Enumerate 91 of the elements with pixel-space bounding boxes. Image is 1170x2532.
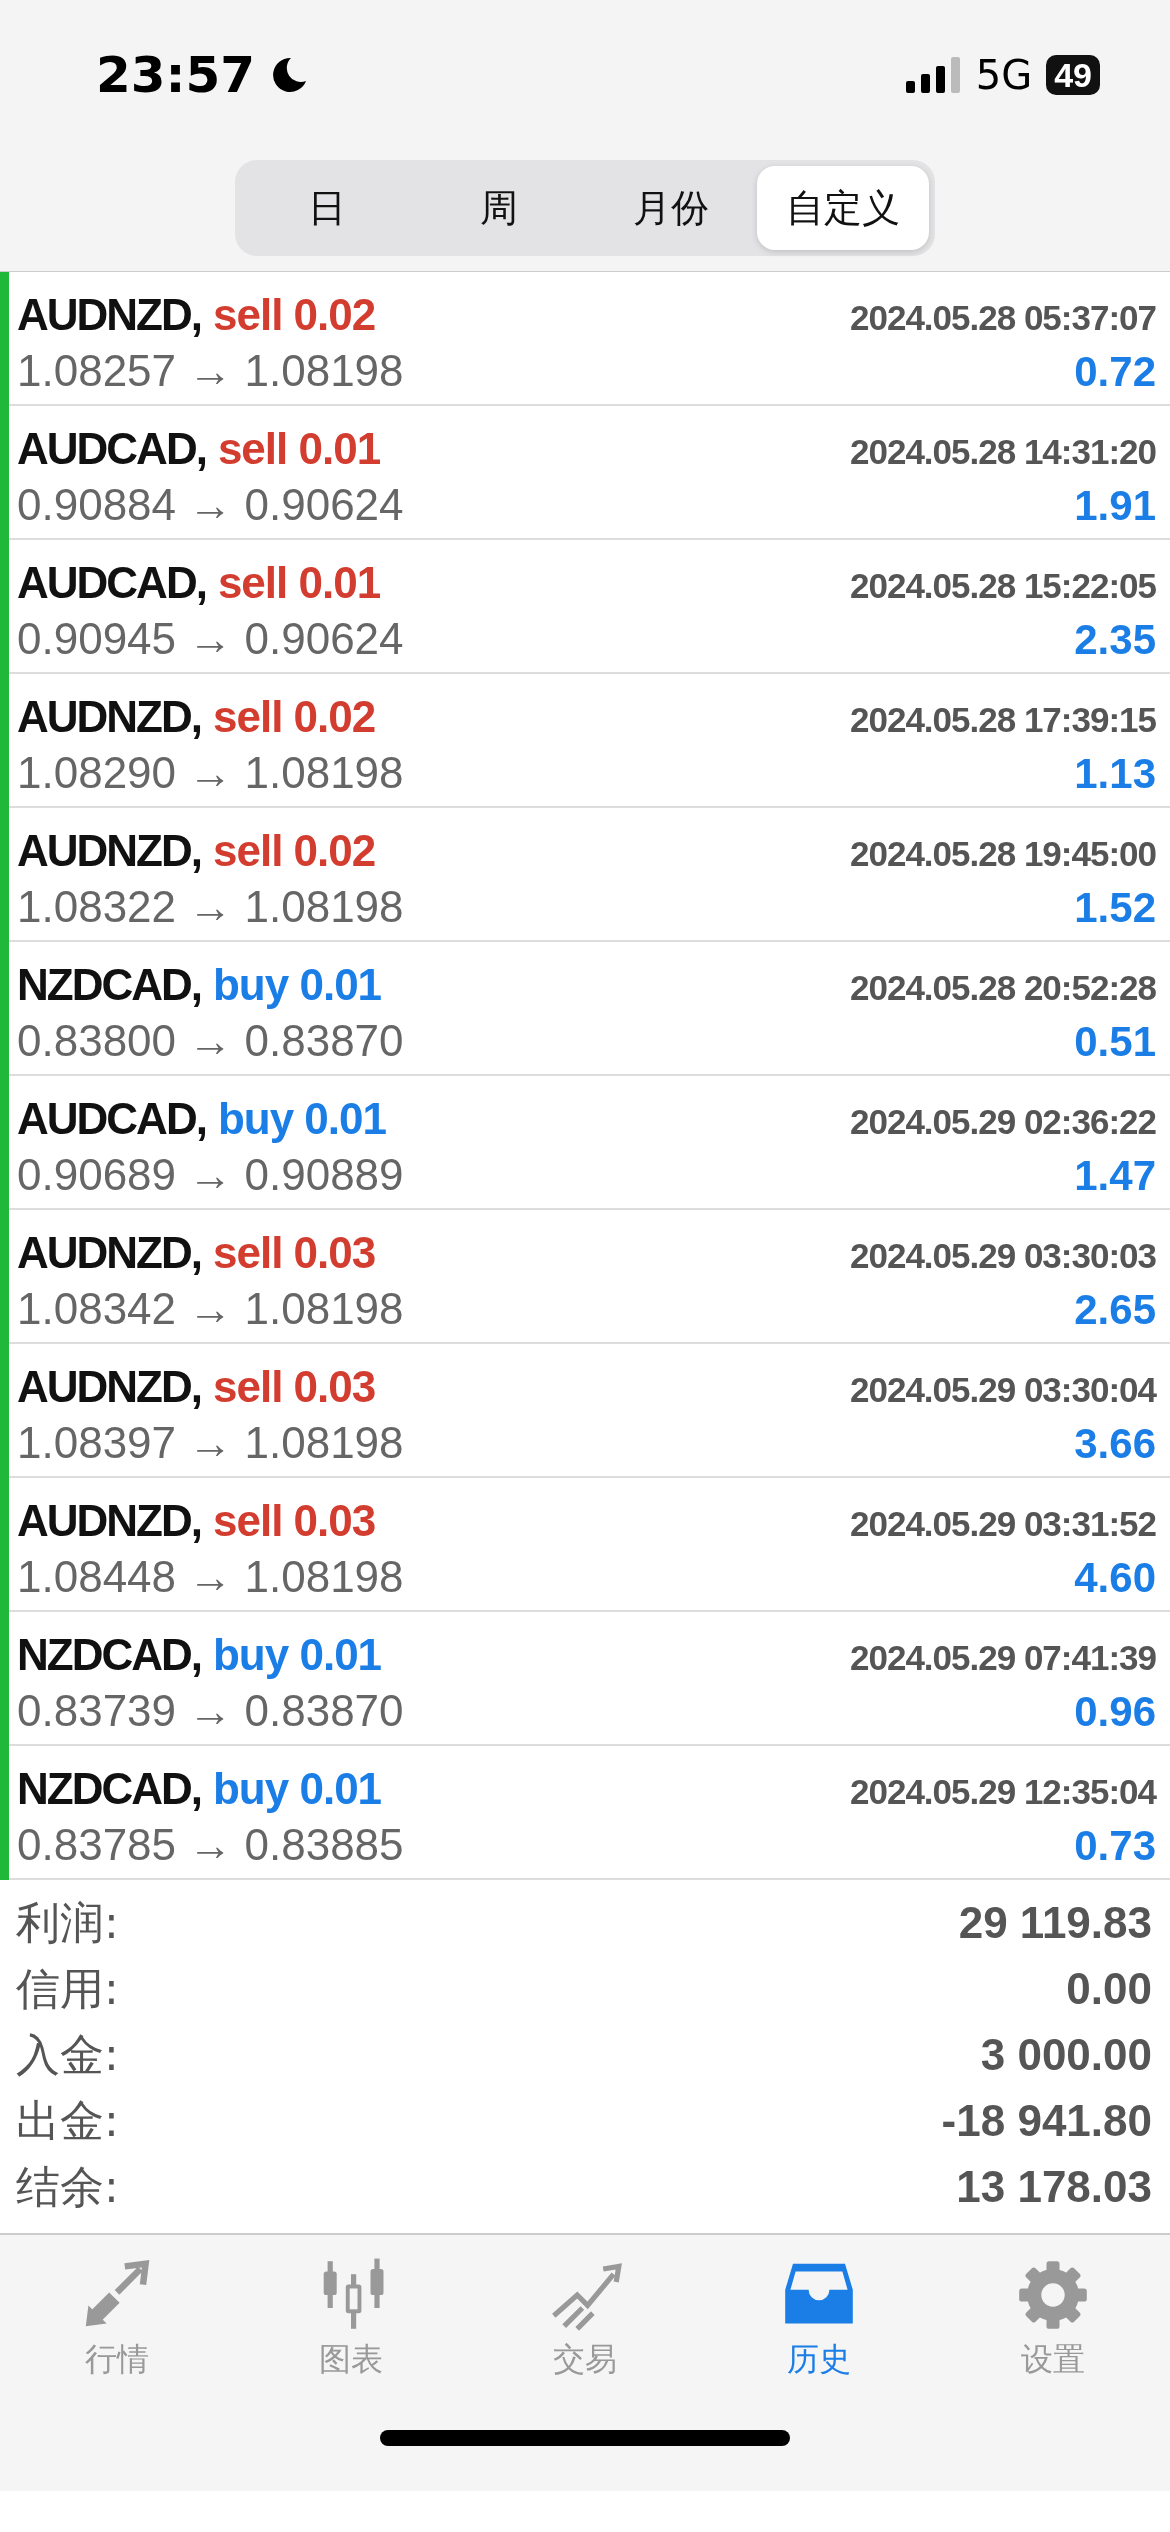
- deal-volume: sell 0.01: [217, 558, 381, 607]
- deal-prices: 1.08257 → 1.08198: [17, 346, 404, 396]
- deal-profit: 2.65: [1074, 1286, 1156, 1334]
- deal-prices: 0.83785 → 0.83885: [17, 1820, 404, 1870]
- deal-profit: 0.51: [1074, 1018, 1156, 1066]
- deal-row[interactable]: AUDNZD, sell 0.03 2024.05.29 03:30:04 1.08397 → 1.08198 3.66: [9, 1344, 1170, 1478]
- deal-profit: 0.72: [1074, 348, 1156, 396]
- deal-volume: buy 0.01: [213, 960, 382, 1009]
- summary-label: 结余:: [16, 2159, 119, 2214]
- deal-prices: 1.08397 → 1.08198: [17, 1418, 404, 1468]
- deal-prices: 1.08290 → 1.08198: [17, 748, 404, 798]
- deal-volume: sell 0.02: [213, 826, 376, 875]
- summary-value: 13 178.03: [956, 2162, 1152, 2212]
- signal-icon: [905, 57, 962, 93]
- deal-volume: sell 0.03: [213, 1362, 376, 1411]
- deal-prices: 0.83800 → 0.83870: [17, 1016, 404, 1066]
- deal-row[interactable]: AUDNZD, sell 0.02 2024.05.28 05:37:07 1.08257 → 1.08198 0.72: [9, 272, 1170, 406]
- deal-row[interactable]: AUDCAD, sell 0.01 2024.05.28 15:22:05 0.90945 → 0.90624 2.35: [9, 540, 1170, 674]
- deal-symbol: AUDCAD,: [17, 424, 206, 473]
- network-label: 5G: [975, 52, 1033, 98]
- deal-time: 2024.05.29 03:30:04: [850, 1370, 1156, 1410]
- deal-time: 2024.05.29 12:35:04: [850, 1772, 1156, 1812]
- deal-row[interactable]: AUDNZD, sell 0.02 2024.05.28 19:45:00 1.08322 → 1.08198 1.52: [9, 808, 1170, 942]
- deal-row[interactable]: AUDNZD, sell 0.03 2024.05.29 03:31:52 1.08448 → 1.08198 4.60: [9, 1478, 1170, 1612]
- deal-time: 2024.05.28 05:37:07: [850, 298, 1156, 338]
- deal-symbol: AUDCAD,: [17, 1094, 206, 1143]
- deal-volume: sell 0.03: [213, 1228, 376, 1277]
- period-tab[interactable]: 自定义: [757, 166, 929, 250]
- deal-symbol: AUDNZD,: [17, 290, 201, 339]
- deal-symbol: AUDNZD,: [17, 692, 201, 741]
- deal-profit: 3.66: [1074, 1420, 1156, 1468]
- deal-symbol: AUDNZD,: [17, 1228, 201, 1277]
- deal-volume: buy 0.01: [217, 1094, 386, 1143]
- battery-icon: 49: [1046, 55, 1100, 95]
- deal-prices: 0.90945 → 0.90624: [17, 614, 404, 664]
- summary-value: -18 941.80: [941, 2096, 1152, 2146]
- deal-row[interactable]: AUDNZD, sell 0.03 2024.05.29 03:30:03 1.08342 → 1.08198 2.65: [9, 1210, 1170, 1344]
- deal-prices: 1.08342 → 1.08198: [17, 1284, 404, 1334]
- deal-time: 2024.05.28 20:52:28: [850, 968, 1156, 1008]
- deal-volume: sell 0.01: [217, 424, 381, 473]
- deal-symbol: NZDCAD,: [17, 1630, 201, 1679]
- deal-row[interactable]: AUDNZD, sell 0.02 2024.05.28 17:39:15 1.08290 → 1.08198 1.13: [9, 674, 1170, 808]
- deal-time: 2024.05.29 03:31:52: [850, 1504, 1156, 1544]
- deal-profit: 0.73: [1074, 1822, 1156, 1870]
- deal-row[interactable]: NZDCAD, buy 0.01 2024.05.29 07:41:39 0.83739 → 0.83870 0.96: [9, 1612, 1170, 1746]
- deal-symbol: NZDCAD,: [17, 960, 201, 1009]
- deal-volume: buy 0.01: [213, 1764, 382, 1813]
- summary-label: 利润:: [16, 1895, 119, 1950]
- summary-value: 3 000.00: [980, 2030, 1152, 2080]
- deal-symbol: AUDCAD,: [17, 558, 206, 607]
- deal-volume: sell 0.03: [213, 1496, 376, 1545]
- deal-profit: 1.91: [1074, 482, 1156, 530]
- deal-row[interactable]: NZDCAD, buy 0.01 2024.05.28 20:52:28 0.83800 → 0.83870 0.51: [9, 942, 1170, 1076]
- deal-prices: 1.08448 → 1.08198: [17, 1552, 404, 1602]
- deal-profit: 2.35: [1074, 616, 1156, 664]
- summary-label: 入金:: [16, 2027, 119, 2082]
- deal-symbol: NZDCAD,: [17, 1764, 201, 1813]
- deal-time: 2024.05.28 14:31:20: [850, 432, 1156, 472]
- deal-symbol: AUDNZD,: [17, 1496, 201, 1545]
- deal-time: 2024.05.28 17:39:15: [850, 700, 1156, 740]
- period-tab[interactable]: 日: [241, 166, 413, 250]
- deal-time: 2024.05.29 02:36:22: [850, 1102, 1156, 1142]
- deal-prices: 0.83739 → 0.83870: [17, 1686, 404, 1736]
- summary-value: 29 119.83: [958, 1898, 1152, 1948]
- summary-value: 0.00: [1066, 1964, 1152, 2014]
- deal-prices: 0.90689 → 0.90889: [17, 1150, 404, 1200]
- deal-profit: 1.13: [1074, 750, 1156, 798]
- deal-profit: 4.60: [1074, 1554, 1156, 1602]
- deal-profit: 1.52: [1074, 884, 1156, 932]
- deal-prices: 0.90884 → 0.90624: [17, 480, 404, 530]
- deal-time: 2024.05.29 07:41:39: [850, 1638, 1156, 1678]
- deal-volume: sell 0.02: [213, 692, 376, 741]
- deal-time: 2024.05.28 19:45:00: [850, 834, 1156, 874]
- deal-profit: 0.96: [1074, 1688, 1156, 1736]
- tab-bar-item[interactable]: 历史: [702, 2255, 936, 2385]
- summary-label: 信用:: [16, 1961, 119, 2016]
- status-time: 23:57: [96, 46, 256, 104]
- period-tab[interactable]: 周: [413, 166, 585, 250]
- deal-volume: sell 0.02: [213, 290, 376, 339]
- deal-volume: buy 0.01: [213, 1630, 382, 1679]
- deal-time: 2024.05.28 15:22:05: [850, 566, 1156, 606]
- deal-profit: 1.47: [1074, 1152, 1156, 1200]
- summary-label: 出金:: [16, 2093, 119, 2148]
- deal-symbol: AUDNZD,: [17, 826, 201, 875]
- deal-row[interactable]: NZDCAD, buy 0.01 2024.05.29 12:35:04 0.83785 → 0.83885 0.73: [9, 1746, 1170, 1880]
- deal-prices: 1.08322 → 1.08198: [17, 882, 404, 932]
- deal-row[interactable]: AUDCAD, sell 0.01 2024.05.28 14:31:20 0.90884 → 0.90624 1.91: [9, 406, 1170, 540]
- period-tab[interactable]: 月份: [585, 166, 757, 250]
- deal-symbol: AUDNZD,: [17, 1362, 201, 1411]
- deal-time: 2024.05.29 03:30:03: [850, 1236, 1156, 1276]
- deal-row[interactable]: AUDCAD, buy 0.01 2024.05.29 02:36:22 0.90689 → 0.90889 1.47: [9, 1076, 1170, 1210]
